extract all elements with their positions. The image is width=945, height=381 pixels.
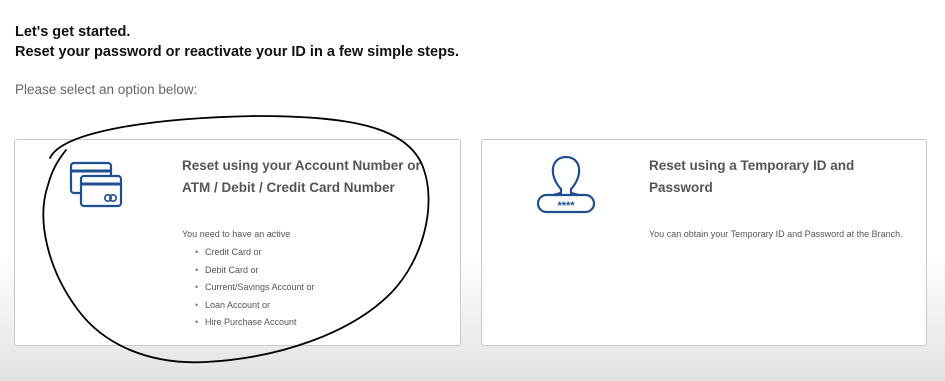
option-title: Reset using your Account Number or ATM /… [182,158,421,195]
option-card-temporary-id[interactable]: **** Reset using a Temporary ID and Pass… [481,139,927,346]
requirements-list: Credit Card or Debit Card or Current/Sav… [195,244,315,332]
heading-line-1: Let's get started. [15,24,131,40]
list-item: Current/Savings Account or [195,279,315,297]
heading-line-2: Reset your password or reactivate your I… [15,44,460,60]
list-item: Credit Card or [195,244,315,262]
page-heading: Let's get started. Reset your password o… [15,22,459,62]
user-password-icon: **** [534,154,598,221]
card-icon [69,160,125,217]
option-title: Reset using a Temporary ID and Password [649,158,855,195]
option-card-account-number[interactable]: Reset using your Account Number or ATM /… [14,139,461,346]
password-mask-text: **** [557,200,575,212]
option-description: You need to have an active [182,229,291,239]
list-item: Loan Account or [195,297,315,315]
option-description: You can obtain your Temporary ID and Pas… [649,229,903,239]
list-item: Debit Card or [195,262,315,280]
list-item: Hire Purchase Account [195,314,315,332]
select-option-instruction: Please select an option below: [15,82,198,97]
